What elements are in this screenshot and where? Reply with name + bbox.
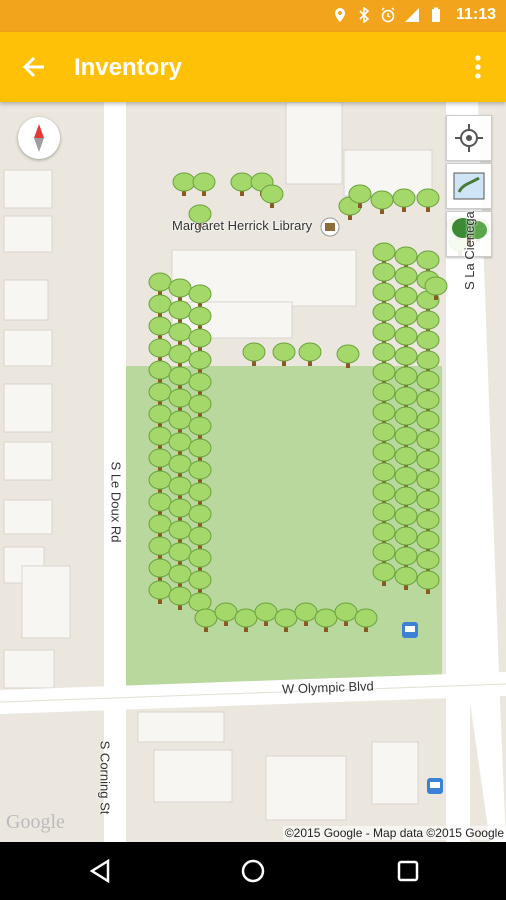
la-cienega-label: S La Cienega [462, 211, 477, 290]
tree-marker[interactable] [242, 342, 266, 366]
compass-button[interactable] [18, 117, 60, 159]
tree-marker[interactable] [172, 172, 196, 196]
olympic-blvd-label: W Olympic Blvd [281, 678, 374, 697]
le-doux-road-label: S Le Doux Rd [108, 461, 124, 543]
page-title: Inventory [74, 54, 183, 81]
map-attribution[interactable]: ©2015 Google - Map data ©2015 Google [282, 826, 506, 840]
tree-marker[interactable] [148, 294, 172, 318]
nav-back-icon [89, 858, 110, 884]
my-location-icon [455, 124, 483, 152]
back-button[interactable] [16, 49, 52, 85]
nav-recents-icon [397, 860, 419, 882]
tree-marker[interactable] [148, 316, 172, 340]
tree-marker[interactable] [272, 342, 296, 366]
alarm-icon [381, 7, 395, 23]
corning-street-label: S Corning St [97, 740, 113, 815]
tree-marker[interactable] [392, 188, 416, 212]
tree-marker[interactable] [188, 328, 212, 352]
tree-marker[interactable] [416, 188, 440, 212]
map-canvas [0, 102, 506, 842]
map-type-button[interactable] [446, 163, 492, 209]
my-location-button[interactable] [446, 115, 492, 161]
app-bar: Inventory [0, 32, 506, 102]
location-icon [334, 8, 345, 22]
nav-home-icon [241, 859, 265, 883]
tree-marker[interactable] [192, 172, 216, 196]
tree-marker[interactable] [148, 338, 172, 362]
tree-marker[interactable] [230, 172, 254, 196]
navigation-bar [0, 842, 506, 900]
status-bar: 11:13 [0, 0, 506, 32]
more-vert-icon [475, 55, 481, 79]
map-view[interactable]: Margaret Herrick Library S Le Doux Rd S … [0, 102, 506, 842]
nav-back-button[interactable] [84, 855, 116, 887]
tree-marker[interactable] [336, 344, 360, 368]
tree-marker[interactable] [168, 344, 192, 368]
tree-marker[interactable] [370, 190, 394, 214]
status-time: 11:13 [455, 6, 496, 23]
tree-marker[interactable] [148, 272, 172, 296]
battery-icon [431, 7, 440, 22]
nav-recents-button[interactable] [392, 855, 424, 887]
satellite-map-icon [453, 172, 485, 200]
tree-marker[interactable] [298, 342, 322, 366]
google-logo: Google [6, 811, 65, 833]
tree-marker[interactable] [168, 322, 192, 346]
signal-icon [404, 8, 419, 22]
arrow-back-icon [22, 56, 44, 78]
bluetooth-icon [359, 7, 370, 23]
library-label: Margaret Herrick Library [172, 218, 313, 233]
nav-home-button[interactable] [237, 855, 269, 887]
overflow-menu-button[interactable] [468, 52, 488, 82]
tree-marker[interactable] [260, 184, 284, 208]
compass-icon [34, 124, 44, 152]
